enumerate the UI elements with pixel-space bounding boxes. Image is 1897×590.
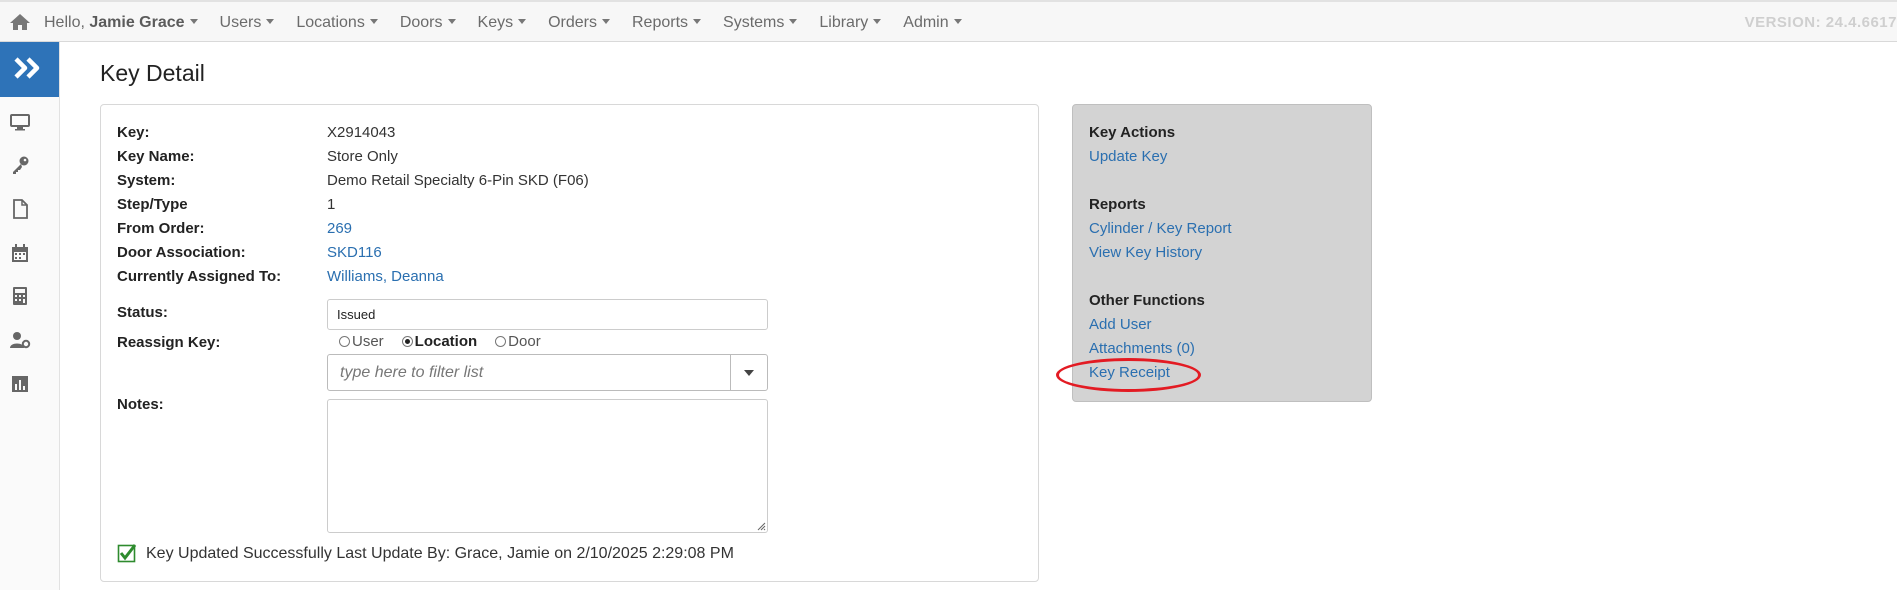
filter-input[interactable]	[328, 355, 731, 390]
key-label: Key:	[117, 124, 150, 141]
caret-down-icon	[789, 19, 798, 25]
caret-down-icon	[369, 19, 378, 25]
status-field[interactable]: Issued	[327, 299, 768, 330]
page-title: Key Detail	[100, 60, 205, 86]
radio-user[interactable]	[339, 336, 350, 347]
step-type-label: Step/Type	[117, 196, 188, 213]
caret-down-icon	[189, 19, 198, 25]
reassign-door-option[interactable]: Door	[495, 333, 541, 350]
radio-door-label: Door	[508, 333, 541, 350]
greeting-prefix: Hello,	[44, 14, 85, 31]
nav-library-label: Library	[819, 14, 869, 31]
nav-reports-label: Reports	[632, 14, 689, 31]
radio-user-label: User	[352, 333, 384, 350]
nav-users[interactable]: Users	[220, 14, 275, 32]
notes-label: Notes:	[117, 396, 164, 413]
radio-location[interactable]	[401, 336, 413, 347]
user-menu[interactable]: Hello, Jamie Grace	[44, 14, 198, 32]
nav-library[interactable]: Library	[819, 14, 882, 32]
user-settings-icon[interactable]	[9, 329, 31, 351]
update-status-message: Key Updated Successfully Last Update By:…	[146, 545, 734, 562]
system-label: System:	[117, 172, 176, 189]
nav-admin[interactable]: Admin	[903, 14, 962, 32]
add-user-link[interactable]: Add User	[1089, 316, 1152, 333]
key-actions-panel: Key Actions Update Key Reports Cylinder …	[1072, 104, 1372, 402]
calculator-icon[interactable]	[9, 285, 31, 307]
nav-menu: Hello, Jamie Grace Users Locations Doors…	[44, 2, 984, 44]
sidebar-toggle-button[interactable]	[0, 42, 59, 97]
document-icon[interactable]	[9, 198, 31, 220]
caret-down-icon	[602, 19, 610, 25]
reports-heading: Reports	[1089, 196, 1146, 213]
key-receipt-link[interactable]: Key Receipt	[1089, 364, 1170, 381]
caret-down-icon	[447, 19, 456, 25]
sidebar	[0, 42, 60, 590]
filter-combobox	[327, 354, 768, 391]
update-key-link[interactable]: Update Key	[1089, 148, 1167, 165]
version-label: VERSION: 24.4.6617	[1744, 14, 1897, 31]
key-detail-panel: Key: X2914043 Key Name: Store Only Syste…	[100, 104, 1039, 582]
assigned-to-label: Currently Assigned To:	[117, 268, 282, 285]
cylinder-key-report-link[interactable]: Cylinder / Key Report	[1089, 220, 1232, 237]
reassign-location-option[interactable]: Location	[401, 333, 478, 350]
nav-reports[interactable]: Reports	[632, 14, 702, 32]
door-association-link[interactable]: SKD116	[327, 244, 382, 261]
nav-keys[interactable]: Keys	[478, 14, 527, 32]
nav-users-label: Users	[219, 14, 262, 31]
filter-dropdown-button[interactable]	[730, 355, 767, 390]
key-name-label: Key Name:	[117, 148, 195, 165]
system-value: Demo Retail Specialty 6-Pin SKD (F06)	[327, 172, 589, 189]
nav-keys-label: Keys	[477, 14, 514, 31]
other-functions-heading: Other Functions	[1089, 292, 1205, 309]
nav-systems[interactable]: Systems	[723, 14, 798, 32]
calendar-icon[interactable]	[9, 242, 31, 264]
caret-down-icon	[873, 19, 882, 25]
caret-down-icon	[266, 19, 275, 25]
view-key-history-link[interactable]: View Key History	[1089, 244, 1202, 261]
caret-down-icon	[518, 19, 527, 25]
key-name-value: Store Only	[327, 148, 398, 165]
nav-doors[interactable]: Doors	[400, 14, 456, 32]
user-name: Jamie Grace	[89, 14, 185, 31]
notes-textarea[interactable]	[327, 399, 768, 533]
top-navbar: Hello, Jamie Grace Users Locations Doors…	[0, 0, 1897, 42]
from-order-link[interactable]: 269	[327, 220, 352, 237]
reassign-key-label: Reassign Key:	[117, 334, 221, 351]
home-icon[interactable]	[9, 13, 31, 31]
bar-chart-icon[interactable]	[9, 373, 31, 395]
assigned-to-link[interactable]: Williams, Deanna	[327, 268, 444, 285]
caret-down-icon	[744, 369, 754, 376]
step-type-value: 1	[327, 196, 336, 213]
caret-down-icon	[953, 19, 962, 25]
resize-grip-icon[interactable]	[756, 521, 766, 531]
nav-orders[interactable]: Orders	[548, 14, 610, 32]
key-actions-heading: Key Actions	[1089, 124, 1176, 141]
key-value: X2914043	[327, 124, 396, 141]
nav-orders-label: Orders	[548, 14, 597, 31]
door-association-label: Door Association:	[117, 244, 246, 261]
status-label: Status:	[117, 304, 168, 321]
nav-locations[interactable]: Locations	[296, 14, 378, 32]
double-chevron-right-icon	[14, 57, 40, 79]
nav-doors-label: Doors	[399, 14, 443, 31]
radio-door[interactable]	[495, 336, 507, 347]
caret-down-icon	[693, 19, 702, 25]
reassign-user-option[interactable]: User	[339, 333, 384, 350]
reassign-radio-group: User Location Door	[339, 333, 559, 350]
attachments-link[interactable]: Attachments (0)	[1089, 340, 1195, 357]
nav-locations-label: Locations	[296, 14, 365, 31]
key-icon[interactable]	[9, 154, 31, 176]
nav-systems-label: Systems	[723, 14, 785, 31]
checkbox-checked-icon	[117, 544, 137, 563]
nav-admin-label: Admin	[903, 14, 949, 31]
from-order-label: From Order:	[117, 220, 205, 237]
radio-location-label: Location	[414, 333, 478, 350]
monitor-icon[interactable]	[9, 111, 31, 133]
